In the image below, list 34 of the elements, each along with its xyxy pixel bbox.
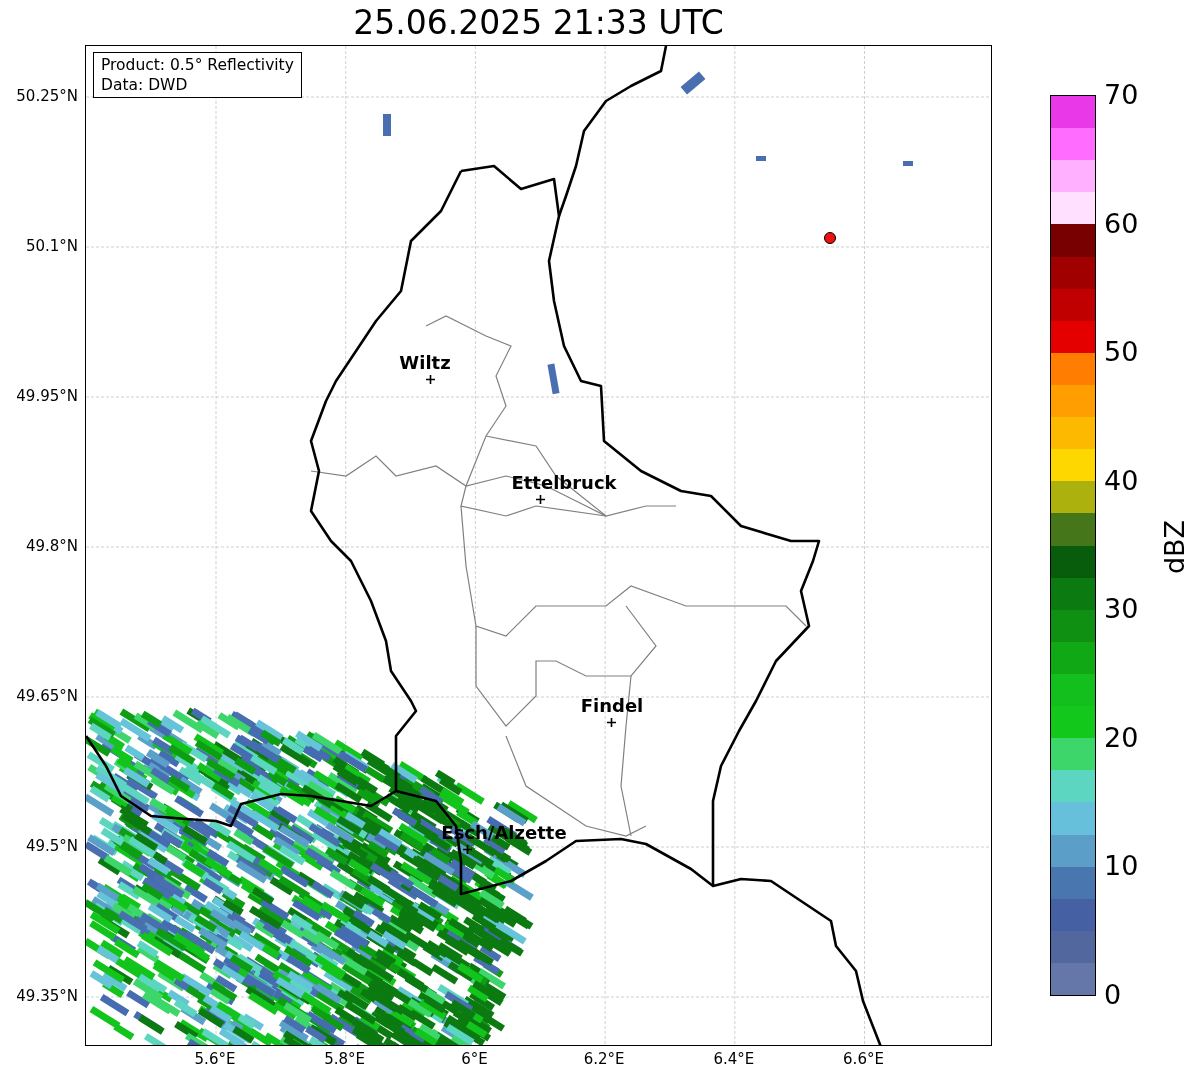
colorbar-tick-label: 50	[1104, 337, 1139, 368]
city-label: Ettelbruck	[511, 472, 617, 494]
latitude-label: 49.5°N	[25, 837, 78, 855]
longitude-label: 5.6°E	[194, 1050, 236, 1068]
latitude-label: 49.8°N	[25, 537, 78, 555]
latitude-label: 50.1°N	[25, 237, 78, 255]
longitude-label: 6.6°E	[843, 1050, 884, 1068]
longitude-label: 6.2°E	[583, 1050, 625, 1068]
longitude-label: 6.4°E	[713, 1050, 755, 1068]
info-text: Data: DWD	[101, 75, 189, 95]
colorbar-tick-label: 70	[1104, 80, 1139, 110]
colorbar-tick-label: 60	[1104, 208, 1139, 239]
city-label: Esch/Alzette	[441, 822, 567, 844]
colorbar-tick-label: 10	[1104, 851, 1139, 882]
latitude-label: 49.65°N	[16, 687, 78, 705]
city-marker-icon	[606, 717, 616, 727]
colorbar-tick-label: 0	[1104, 980, 1122, 1010]
longitude-label: 6°E	[461, 1050, 488, 1068]
longitude-label: 5.8°E	[324, 1050, 366, 1068]
latitude-label: 49.95°N	[16, 387, 78, 405]
city-marker-icon	[462, 844, 472, 854]
colorbar-label: dBZ	[1160, 518, 1184, 577]
latitude-label: 50.25°N	[16, 87, 78, 105]
city-label: Wiltz	[399, 352, 451, 374]
city-label: Findel	[580, 695, 644, 717]
latitude-label: 49.35°N	[16, 987, 78, 1005]
colorbar-tick-label: 20	[1104, 722, 1139, 753]
city-marker-icon	[535, 494, 545, 504]
colorbar-tick-label: 30	[1104, 594, 1139, 625]
colorbar-tick-label: 40	[1104, 465, 1139, 496]
info-text: Product: 0.5° Reflectivity	[101, 55, 294, 75]
city-marker-icon	[425, 374, 435, 384]
location-marker	[824, 232, 836, 244]
chart-title: 25.06.2025 21:33 UTC	[352, 2, 725, 44]
